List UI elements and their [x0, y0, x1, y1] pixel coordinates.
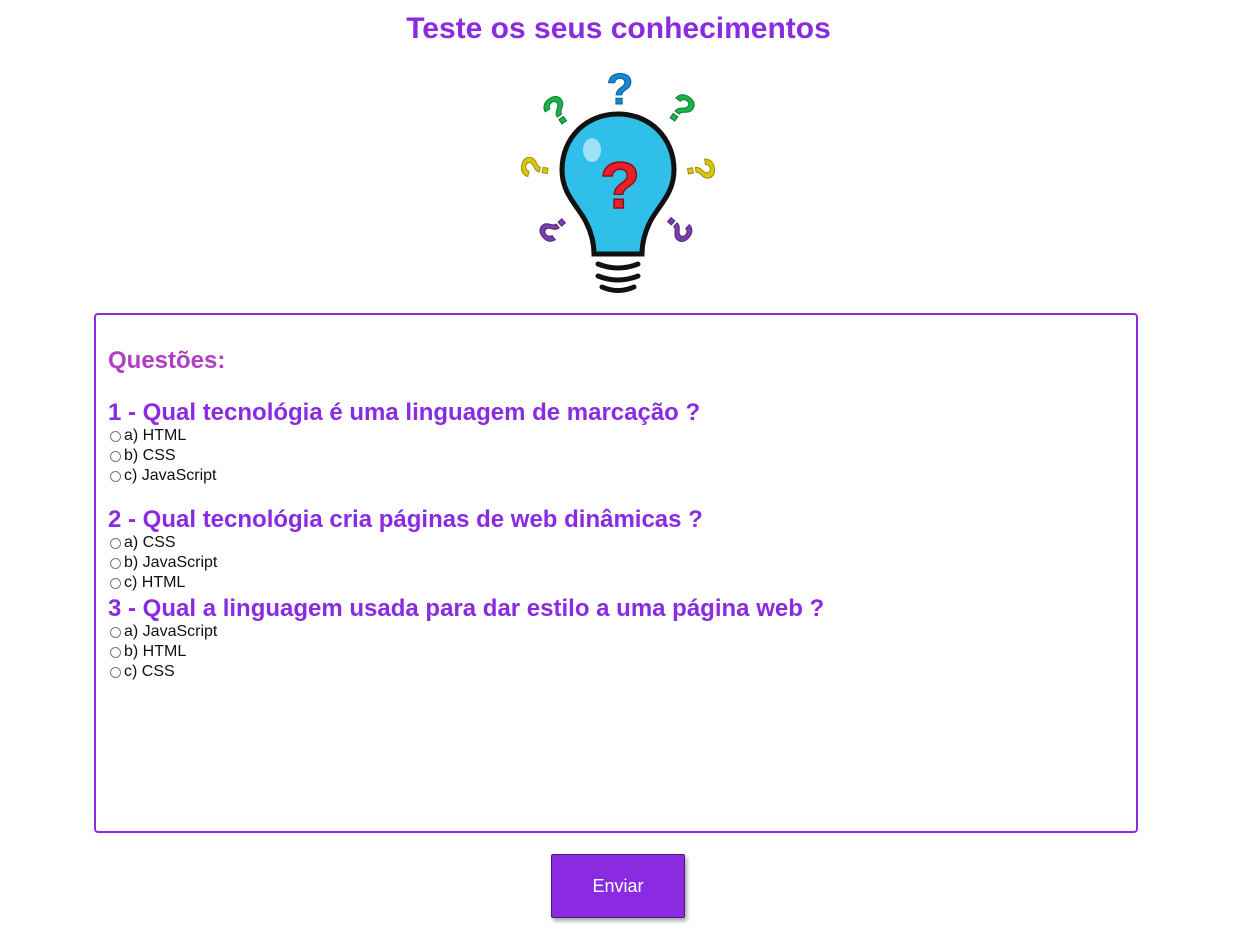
option-label: c) JavaScript: [124, 467, 217, 484]
submit-button[interactable]: Enviar: [551, 854, 685, 918]
question-2-options: a) CSS b) JavaScript c) HTML: [110, 533, 217, 593]
svg-text:?: ?: [658, 84, 703, 134]
svg-text:?: ?: [607, 65, 634, 114]
question-1-option-c[interactable]: c) JavaScript: [110, 466, 216, 486]
radio-button[interactable]: [110, 430, 121, 442]
question-3-text: 3 - Qual a linguagem usada para dar esti…: [108, 595, 825, 622]
section-title: Questões:: [108, 347, 226, 374]
question-1-option-a[interactable]: a) HTML: [110, 426, 216, 446]
radio-button[interactable]: [110, 626, 121, 638]
option-label: a) CSS: [124, 534, 176, 551]
question-2-text: 2 - Qual tecnológia cria páginas de web …: [108, 506, 703, 533]
svg-text:?: ?: [677, 155, 722, 185]
page-title: Teste os seus conhecimentos: [406, 12, 831, 45]
question-3-option-b[interactable]: b) HTML: [110, 642, 217, 662]
question-3-option-c[interactable]: c) CSS: [110, 662, 217, 682]
question-3-options: a) JavaScript b) HTML c) CSS: [110, 622, 217, 682]
svg-text:?: ?: [530, 206, 577, 251]
radio-button[interactable]: [110, 646, 121, 658]
option-label: a) JavaScript: [124, 623, 218, 640]
radio-button[interactable]: [110, 450, 121, 462]
svg-text:?: ?: [535, 86, 580, 136]
question-2-option-b[interactable]: b) JavaScript: [110, 553, 217, 573]
option-label: b) HTML: [124, 643, 187, 660]
radio-button[interactable]: [110, 537, 121, 549]
question-2-option-a[interactable]: a) CSS: [110, 533, 217, 553]
quiz-form: Questões: 1 - Qual tecnológia é uma ling…: [94, 313, 1138, 833]
option-label: a) HTML: [124, 427, 187, 444]
question-3-option-a[interactable]: a) JavaScript: [110, 622, 217, 642]
svg-text:?: ?: [600, 148, 640, 222]
radio-button[interactable]: [110, 577, 121, 589]
question-2-option-c[interactable]: c) HTML: [110, 573, 217, 593]
option-label: b) CSS: [124, 447, 176, 464]
svg-text:?: ?: [654, 206, 701, 251]
option-label: c) HTML: [124, 574, 186, 591]
radio-button[interactable]: [110, 470, 121, 482]
question-1-option-b[interactable]: b) CSS: [110, 446, 216, 466]
lightbulb-question-icon: ? ? ? ? ? ? ? ?: [508, 62, 728, 300]
question-1-options: a) HTML b) CSS c) JavaScript: [110, 426, 216, 486]
svg-text:?: ?: [513, 153, 558, 183]
radio-button[interactable]: [110, 666, 121, 678]
question-1-text: 1 - Qual tecnológia é uma linguagem de m…: [108, 399, 701, 426]
radio-button[interactable]: [110, 557, 121, 569]
option-label: b) JavaScript: [124, 554, 218, 571]
option-label: c) CSS: [124, 663, 175, 680]
